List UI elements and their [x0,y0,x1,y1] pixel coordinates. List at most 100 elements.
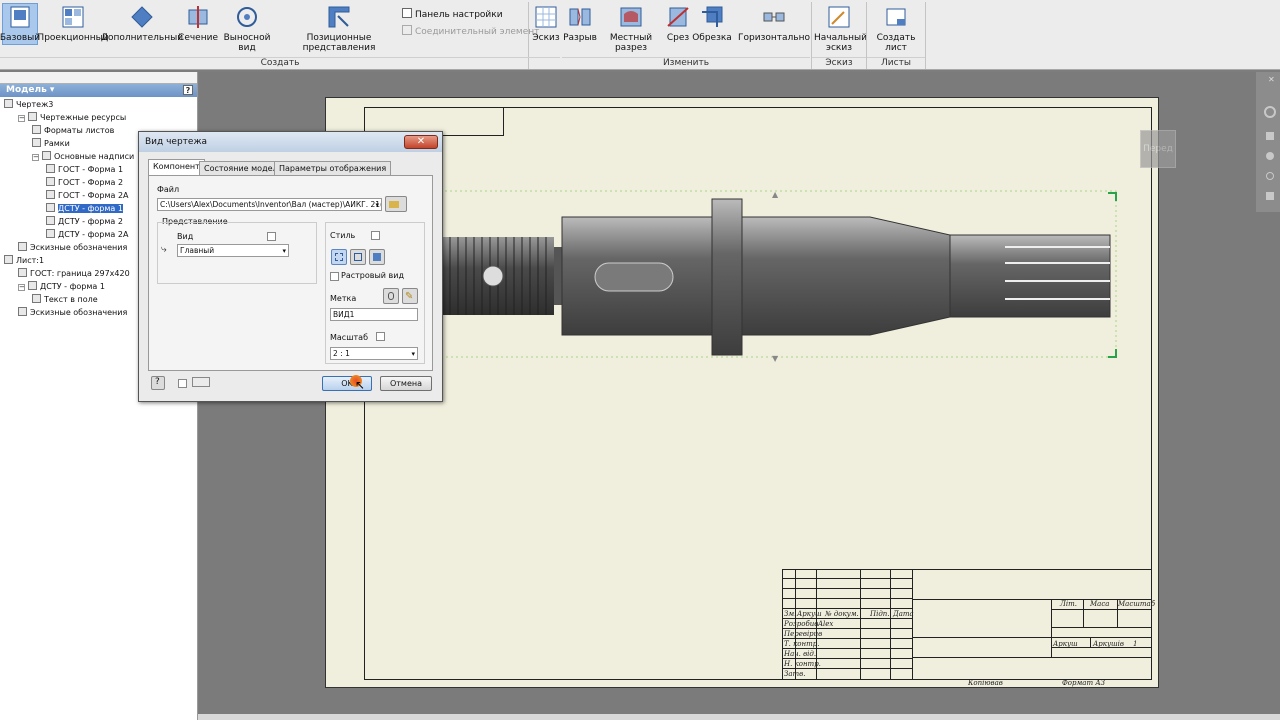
view-orientation-combo[interactable]: Главный ▾ [177,244,289,257]
tree-node[interactable]: Лист:1 [4,255,44,267]
style-shaded-button[interactable] [369,249,385,265]
detail-view-icon [237,7,257,27]
tree-node-icon [32,294,41,303]
expand-toggle-icon[interactable]: − [32,154,39,161]
tree-node[interactable]: − Основные надписи [32,151,134,163]
close-icon[interactable]: ✕ [1268,75,1275,84]
tree-node[interactable]: Форматы листов [32,125,114,137]
dialog-close-button[interactable]: ✕ [404,135,438,149]
title-block-line [782,618,912,619]
dialog-titlebar[interactable]: Вид чертежа ✕ [139,132,442,152]
new-sheet-label: Создать лист [876,33,916,53]
keyway [594,262,674,292]
crop-icon [702,6,723,27]
tree-node[interactable]: ГОСТ - Форма 2 [46,177,123,189]
steering-wheel-icon[interactable] [1264,106,1276,118]
connector-button[interactable]: Соединительный элемент [402,25,539,37]
view-move-arrow[interactable]: ▼ [772,354,779,363]
style-hidden-lines-removed-button[interactable] [350,249,366,265]
tab-component[interactable]: Компонент [148,159,205,176]
help-icon[interactable]: ? [183,85,193,95]
tree-node[interactable]: Рамки [32,138,70,150]
slice-label: Срез [666,33,690,43]
dialog-help-button[interactable]: ? [151,376,165,390]
breakout-button[interactable]: Местный разрез [598,4,664,53]
projected-view-button[interactable]: Проекционный [37,4,109,43]
tree-node[interactable]: ГОСТ - Форма 2А [46,190,129,202]
tree-node[interactable]: ГОСТ - Форма 1 [46,164,123,176]
title-block [782,569,1152,680]
draft-panel-button[interactable]: Панель настройки [402,8,503,20]
browser-toolbar [0,72,197,84]
crop-button[interactable]: Обрезка [692,4,732,43]
navigation-bar[interactable]: ✕ [1256,72,1280,212]
zoom-icon[interactable] [1266,152,1274,160]
view-move-arrow[interactable]: ▲ [772,190,779,199]
tree-node[interactable]: Эскизные обозначения [18,307,127,319]
edit-label-button[interactable]: ✎ [402,288,418,304]
tree-node[interactable]: ДСТУ - форма 1 [46,203,123,215]
tree-node[interactable]: ДСТУ - форма 2 [46,216,123,228]
view-orientation-icon[interactable]: ⤷ [161,244,173,256]
options-checkbox[interactable] [178,379,187,388]
tree-node-icon [46,190,55,199]
align-horizontal-icon [763,12,785,22]
view-checkbox[interactable] [267,232,276,241]
neck [554,247,562,305]
overlay-view-button[interactable]: Позиционные представления [280,4,398,53]
expand-toggle-icon[interactable]: − [18,115,25,122]
tree-node[interactable]: − ДСТУ - форма 1 [18,281,105,293]
tree-node[interactable]: Эскизные обозначения [18,242,127,254]
base-view-button[interactable]: Базовый [0,3,41,45]
label-visibility-button[interactable] [383,288,399,304]
shaded-icon [373,253,381,261]
scale-combo[interactable]: 2 : 1 ▾ [330,347,418,360]
new-sheet-button[interactable]: Создать лист [869,4,923,53]
scale-from-base-checkbox[interactable] [376,332,385,341]
tree-node-label: ДСТУ - форма 1 [40,282,105,291]
style-label: Стиль [330,231,356,240]
lightbulb-icon [388,292,394,300]
open-file-button[interactable] [385,196,407,212]
tree-node[interactable]: Текст в поле [32,294,98,306]
base-view-label: Базовый [0,33,41,43]
tree-node[interactable]: Чертеж3 [4,99,53,111]
browser-title-label: Модель [6,85,47,95]
tree-node[interactable]: ДСТУ - форма 2А [46,229,128,241]
file-path-combo[interactable]: C:\Users\Alex\Documents\Inventor\Вал (ма… [157,198,382,211]
tree-node-icon [46,203,55,212]
tb-copied: Копіював [968,679,1003,687]
start-sketch-button[interactable]: Начальный эскиз [814,4,867,53]
orbit-icon[interactable] [1266,172,1274,180]
draft-panel-label: Панель настройки [415,10,503,20]
align-horizontal-button[interactable]: Горизонтально [738,4,810,43]
tapered-section [741,216,951,336]
label-input[interactable]: ВИД1 [330,308,418,321]
tb-lit: Літ. [1060,600,1077,608]
tree-node-label: Лист:1 [16,256,45,265]
section-view-button[interactable]: Сечение [178,4,218,43]
raster-view-checkbox[interactable] [330,272,339,281]
break-button[interactable]: Разрыв [563,4,597,43]
style-from-base-checkbox[interactable] [371,231,380,240]
chevron-down-icon: ▾ [282,247,286,255]
tree-node[interactable]: − Чертежные ресурсы [18,112,126,124]
chain-icon[interactable] [192,377,210,387]
section-view-icon [188,6,208,28]
viewcube[interactable]: Перед [1140,130,1176,168]
browser-title[interactable]: Модель ▾ ? [0,84,197,97]
expand-toggle-icon[interactable]: − [18,284,25,291]
sketch-button[interactable]: Эскиз [532,4,560,43]
tree-node-label: Рамки [44,139,70,148]
title-block-line [782,608,912,609]
look-at-icon[interactable] [1266,192,1274,200]
shaft-preview[interactable]: ▲ ▼ [430,185,1130,365]
detail-view-button[interactable]: Выносной вид [218,4,276,53]
auxiliary-view-button[interactable]: Дополнительный [101,4,183,43]
tree-node[interactable]: ГОСТ: граница 297x420 [18,268,130,280]
slice-button[interactable]: Срез [666,4,690,43]
pan-icon[interactable] [1266,132,1274,140]
cancel-button[interactable]: Отмена [380,376,432,391]
tab-display-options[interactable]: Параметры отображения [274,161,392,176]
style-hidden-lines-button[interactable] [331,249,347,265]
